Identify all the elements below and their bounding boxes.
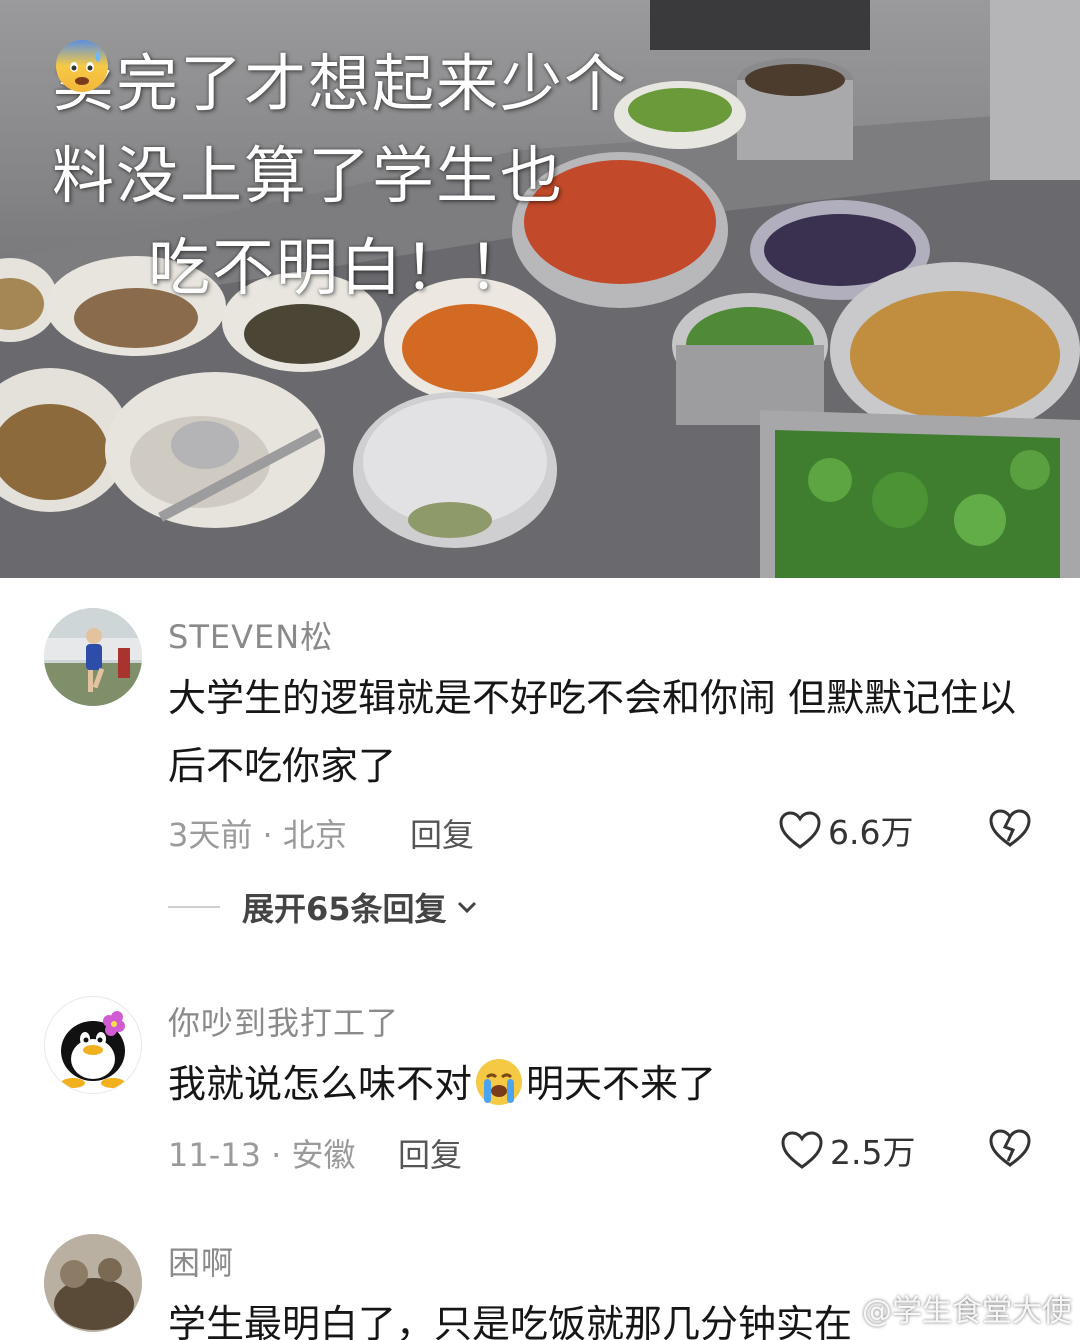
comment-meta: 11-13 · 安徽 xyxy=(168,1136,356,1174)
comment-text: 大学生的逻辑就是不好吃不会和你闹 但默默记住以后不吃你家了 xyxy=(168,676,1017,788)
reply-button[interactable]: 回复 xyxy=(398,1130,462,1176)
caption-line-2: 料没上 算了学生也 xyxy=(52,40,652,222)
photo-avatar-icon xyxy=(44,1234,142,1332)
comment-username[interactable]: 你吵到我打工了 xyxy=(168,998,399,1044)
heart-icon xyxy=(781,1131,823,1169)
expand-replies-button[interactable]: 展开65条回复 xyxy=(168,884,479,930)
anxious-face-emoji-icon xyxy=(56,40,108,92)
comment-meta: 3天前 · 北京 xyxy=(168,816,347,854)
video-frame[interactable]: 卖完了才想起来少个 料没上 算了学生也 吃不明白！！ xyxy=(0,0,1080,578)
reply-button[interactable]: 回复 xyxy=(410,810,474,856)
broken-heart-icon xyxy=(989,809,1031,847)
avatar[interactable] xyxy=(44,608,142,706)
caption-line-2-b: 算了学生也 xyxy=(244,139,565,212)
watermark: @学生食堂大使 xyxy=(862,1294,1072,1329)
comment-list: STEVEN松 大学生的逻辑就是不好吃不会和你闹 但默默记住以后不吃你家了 3天… xyxy=(0,578,1080,1340)
avatar[interactable] xyxy=(44,1234,142,1332)
crying-face-emoji-icon xyxy=(476,1059,523,1105)
expand-replies-label: 展开65条回复 xyxy=(242,890,447,928)
chevron-down-icon xyxy=(457,901,476,914)
divider xyxy=(168,906,220,908)
comment-username[interactable]: 困啊 xyxy=(168,1238,234,1284)
dislike-button[interactable] xyxy=(988,1128,1032,1172)
caption-line-3: 吃不明白！！ xyxy=(148,231,533,304)
comment-text-part-a: 我就说怎么味不对 xyxy=(168,1062,473,1106)
broken-heart-icon xyxy=(989,1129,1031,1167)
penguin-avatar-icon xyxy=(45,997,141,1093)
heart-icon xyxy=(779,811,821,849)
caption-line-2-a: 料没上 xyxy=(52,139,245,212)
like-count: 6.6万 xyxy=(828,813,914,852)
avatar[interactable] xyxy=(44,996,142,1094)
comment-text: 我就说怎么味不对 明天不来了 xyxy=(168,1050,1048,1118)
comment-text-part-b: 明天不来了 xyxy=(526,1062,717,1106)
like-button[interactable]: 6.6万 xyxy=(778,806,913,854)
video-caption: 卖完了才想起来少个 料没上 算了学生也 吃不明白！！ xyxy=(52,38,652,314)
like-count: 2.5万 xyxy=(830,1133,916,1172)
comment-username[interactable]: STEVEN松 xyxy=(168,612,333,658)
runner-photo-avatar-icon xyxy=(44,608,142,706)
caption-line-1: 卖完了才想起来少个 xyxy=(52,47,629,120)
like-button[interactable]: 2.5万 xyxy=(780,1126,915,1174)
dislike-button[interactable] xyxy=(988,808,1032,852)
